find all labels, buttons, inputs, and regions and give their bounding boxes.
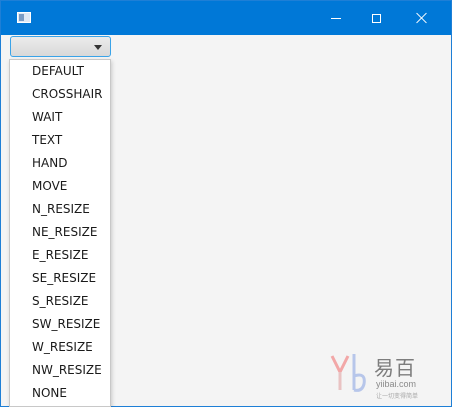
dropdown-option-wait[interactable]: WAIT [10, 106, 110, 129]
dropdown-option-crosshair[interactable]: CROSSHAIR [10, 83, 110, 106]
watermark-logo-icon [330, 354, 366, 392]
dropdown-option-s-resize[interactable]: S_RESIZE [10, 290, 110, 313]
close-button[interactable] [399, 1, 445, 35]
dropdown-option-sw-resize[interactable]: SW_RESIZE [10, 313, 110, 336]
dropdown-option-e-resize[interactable]: E_RESIZE [10, 244, 110, 267]
maximize-icon [371, 13, 381, 23]
dropdown-option-w-resize[interactable]: W_RESIZE [10, 336, 110, 359]
title-bar[interactable] [1, 1, 451, 35]
site-watermark: 易百 yiibai.com 让一切变得简单 [318, 346, 438, 402]
combo-dropdown-list[interactable]: DEFAULT CROSSHAIR WAIT TEXT HAND MOVE N_… [9, 59, 111, 407]
dropdown-option-ne-resize[interactable]: NE_RESIZE [10, 221, 110, 244]
watermark-tagline: 让一切变得简单 [376, 394, 419, 400]
dropdown-option-n-resize[interactable]: N_RESIZE [10, 198, 110, 221]
watermark-url: yiibai.com [376, 379, 417, 389]
minimize-icon [331, 17, 341, 19]
maximize-button[interactable] [353, 1, 399, 35]
dropdown-option-text[interactable]: TEXT [10, 129, 110, 152]
dropdown-option-default[interactable]: DEFAULT [10, 60, 110, 83]
dropdown-option-none[interactable]: NONE [10, 382, 110, 405]
dropdown-option-se-resize[interactable]: SE_RESIZE [10, 267, 110, 290]
cursor-combo-box[interactable] [10, 36, 111, 57]
app-icon[interactable] [17, 12, 31, 23]
chevron-down-icon[interactable] [94, 45, 102, 50]
dropdown-option-hand[interactable]: HAND [10, 152, 110, 175]
watermark-brand: 易百 [374, 356, 416, 380]
dropdown-option-move[interactable]: MOVE [10, 175, 110, 198]
close-icon [416, 12, 428, 24]
dropdown-option-nw-resize[interactable]: NW_RESIZE [10, 359, 110, 382]
